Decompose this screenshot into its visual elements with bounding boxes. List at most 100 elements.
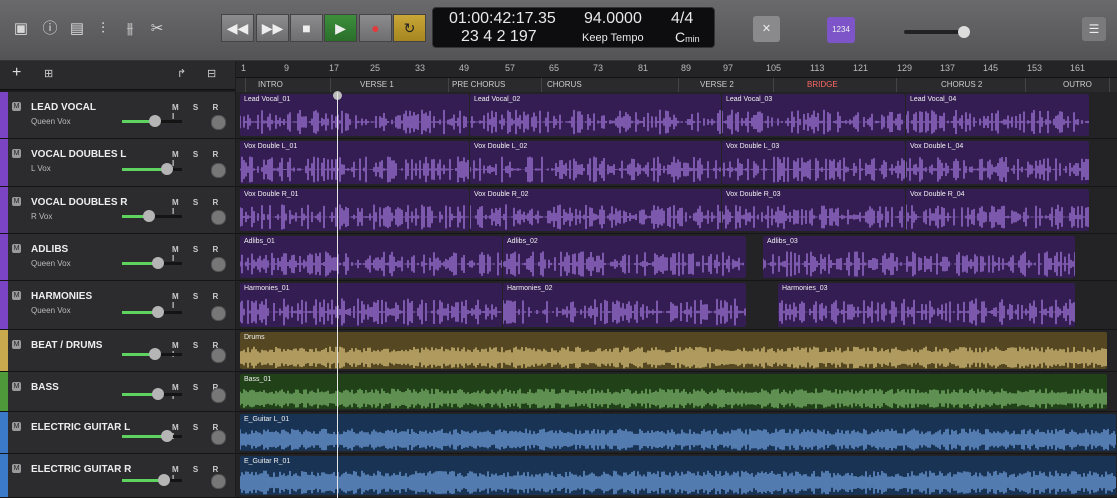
track-pan-knob[interactable] xyxy=(211,348,226,363)
track-pan-knob[interactable] xyxy=(211,388,226,403)
track-msri-buttons[interactable]: M S R I xyxy=(172,103,235,121)
marker-outro[interactable]: OUTRO xyxy=(1063,80,1092,89)
audio-region[interactable]: Harmonies_03 xyxy=(778,283,1075,327)
bar-ruler[interactable]: 1 9 17 25 33 49 57 65 73 81 89 97 105 113 121 129 137 145… xyxy=(236,61,1117,78)
scissors-icon[interactable]: ✂ xyxy=(146,18,168,40)
track-header[interactable]: M HARMONIES Queen Vox M S R I xyxy=(0,281,235,330)
track-msri-buttons[interactable]: M S R I xyxy=(172,245,235,263)
marker-verse-1[interactable]: VERSE 1 xyxy=(360,80,394,89)
track-pan-knob[interactable] xyxy=(211,430,226,445)
track-lane[interactable]: Drums xyxy=(236,330,1117,372)
track-lane[interactable]: E_Guitar R_01 xyxy=(236,454,1117,498)
track-header[interactable]: MELECTRIC GUITAR LM S R I xyxy=(0,412,235,454)
playhead[interactable] xyxy=(337,92,338,498)
track-pan-knob[interactable] xyxy=(211,474,226,489)
screen-icon[interactable]: ▤ xyxy=(66,18,88,40)
track-volume-slider[interactable] xyxy=(122,257,182,269)
track-volume-knob[interactable] xyxy=(149,348,161,360)
track-pan-knob[interactable] xyxy=(211,115,226,130)
audio-region[interactable]: Lead Vocal_03 xyxy=(722,94,905,136)
master-volume-knob[interactable] xyxy=(958,26,970,38)
track-volume-slider[interactable] xyxy=(122,430,182,442)
audio-region[interactable]: Vox Double L_01 xyxy=(240,141,469,184)
track-lane[interactable]: Vox Double L_01 Vox Double L_02 Vox Double… xyxy=(236,139,1117,187)
track-volume-knob[interactable] xyxy=(143,210,155,222)
track-volume-knob[interactable] xyxy=(161,430,173,442)
marker-pre-chorus[interactable]: PRE CHORUS xyxy=(452,80,505,89)
forward-button[interactable]: ▶▶ xyxy=(256,14,289,42)
track-volume-knob[interactable] xyxy=(152,306,164,318)
arrangement-markers[interactable]: INTRO VERSE 1 PRE CHORUS CHORUS VERSE 2 BRIDG… xyxy=(236,78,1117,93)
marker-verse-2[interactable]: VERSE 2 xyxy=(700,80,734,89)
track-volume-knob[interactable] xyxy=(149,115,161,127)
track-volume-knob[interactable] xyxy=(152,257,164,269)
audio-region[interactable]: Harmonies_02 xyxy=(503,283,746,327)
track-header[interactable]: M ADLIBS Queen Vox M S R I xyxy=(0,234,235,281)
audio-region[interactable]: Vox Double L_04 xyxy=(906,141,1089,184)
track-msri-buttons[interactable]: M S R I xyxy=(172,292,235,310)
close-editor-button[interactable]: ✕ xyxy=(753,16,780,42)
track-options-icon[interactable]: ⊞ xyxy=(44,67,53,80)
marker-bridge[interactable]: BRIDGE xyxy=(807,80,838,89)
list-menu-icon[interactable]: ☰ xyxy=(1082,17,1106,41)
track-header[interactable]: M VOCAL DOUBLES R R Vox M S R I xyxy=(0,187,235,234)
marker-chorus-2[interactable]: CHORUS 2 xyxy=(941,80,982,89)
track-msri-buttons[interactable]: M S R I xyxy=(172,150,235,168)
track-lane[interactable]: Harmonies_01 Harmonies_02 Harmonies_03 xyxy=(236,281,1117,330)
track-header[interactable]: M LEAD VOCAL Queen Vox M S R I xyxy=(0,92,235,139)
track-header[interactable]: M VOCAL DOUBLES L L Vox M S R I xyxy=(0,139,235,187)
audio-region[interactable]: E_Guitar R_01 xyxy=(240,456,1116,495)
track-lane[interactable]: Vox Double R_01 Vox Double R_02 Vox Double… xyxy=(236,187,1117,234)
track-msri-buttons[interactable]: M S R I xyxy=(172,198,235,216)
audio-region[interactable]: Bass_01 xyxy=(240,374,1107,409)
audio-region[interactable]: Adlibs_01 xyxy=(240,236,502,278)
audio-region[interactable]: Adlibs_02 xyxy=(503,236,746,278)
audio-region[interactable]: Vox Double R_02 xyxy=(470,189,721,231)
record-button[interactable]: ● xyxy=(359,14,392,42)
track-volume-slider[interactable] xyxy=(122,348,182,360)
media-browser-icon[interactable]: ▣ xyxy=(10,18,32,40)
track-volume-slider[interactable] xyxy=(122,115,182,127)
audio-region[interactable]: Harmonies_01 xyxy=(240,283,502,327)
track-lane[interactable]: Bass_01 xyxy=(236,372,1117,412)
track-pan-knob[interactable] xyxy=(211,306,226,321)
catch-icon[interactable]: ↱ xyxy=(177,67,186,80)
master-volume-slider[interactable] xyxy=(904,26,970,38)
track-pan-knob[interactable] xyxy=(211,257,226,272)
track-volume-slider[interactable] xyxy=(122,474,182,486)
audio-region[interactable]: Lead Vocal_01 xyxy=(240,94,469,136)
track-lane[interactable]: Lead Vocal_01 Lead Vocal_02 Lead Vocal_03 L… xyxy=(236,92,1117,139)
track-volume-knob[interactable] xyxy=(158,474,170,486)
track-header[interactable]: MBEAT / DRUMSM S R I xyxy=(0,330,235,372)
mixer-icon[interactable]: ⫶ xyxy=(92,18,114,40)
track-volume-knob[interactable] xyxy=(152,388,164,400)
track-pan-knob[interactable] xyxy=(211,210,226,225)
audio-region[interactable]: Vox Double L_02 xyxy=(470,141,721,184)
audio-region[interactable]: Lead Vocal_04 xyxy=(906,94,1089,136)
audio-region[interactable]: Vox Double R_01 xyxy=(240,189,469,231)
track-volume-slider[interactable] xyxy=(122,163,182,175)
audio-region[interactable]: Drums xyxy=(240,332,1107,369)
audio-region[interactable]: Vox Double R_04 xyxy=(906,189,1089,231)
track-pan-knob[interactable] xyxy=(211,163,226,178)
audio-region[interactable]: Adlibs_03 xyxy=(763,236,1075,278)
track-header[interactable]: MELECTRIC GUITAR RM S R I xyxy=(0,454,235,498)
rewind-button[interactable]: ◀◀ xyxy=(221,14,254,42)
eq-icon[interactable]: ⫵ xyxy=(119,18,141,40)
snap-icon[interactable]: ⊟ xyxy=(207,67,216,80)
stop-button[interactable]: ■ xyxy=(290,14,323,42)
track-volume-slider[interactable] xyxy=(122,388,182,400)
lcd-display[interactable]: 01:00:42:17.35 23 4 2 197 94.0000 Keep T… xyxy=(432,7,715,48)
info-icon[interactable]: ⓘ xyxy=(39,18,61,40)
track-volume-slider[interactable] xyxy=(122,210,182,222)
track-header[interactable]: M BASS M S R I xyxy=(0,372,235,412)
track-volume-slider[interactable] xyxy=(122,306,182,318)
audio-region[interactable]: Vox Double L_03 xyxy=(722,141,905,184)
audio-region[interactable]: Vox Double R_03 xyxy=(722,189,905,231)
track-volume-knob[interactable] xyxy=(161,163,173,175)
marker-intro[interactable]: INTRO xyxy=(258,80,283,89)
cycle-button[interactable]: ↻ xyxy=(393,14,426,42)
marker-chorus[interactable]: CHORUS xyxy=(547,80,582,89)
add-track-icon[interactable]: + xyxy=(12,64,21,82)
audio-region[interactable]: E_Guitar L_01 xyxy=(240,414,1116,451)
